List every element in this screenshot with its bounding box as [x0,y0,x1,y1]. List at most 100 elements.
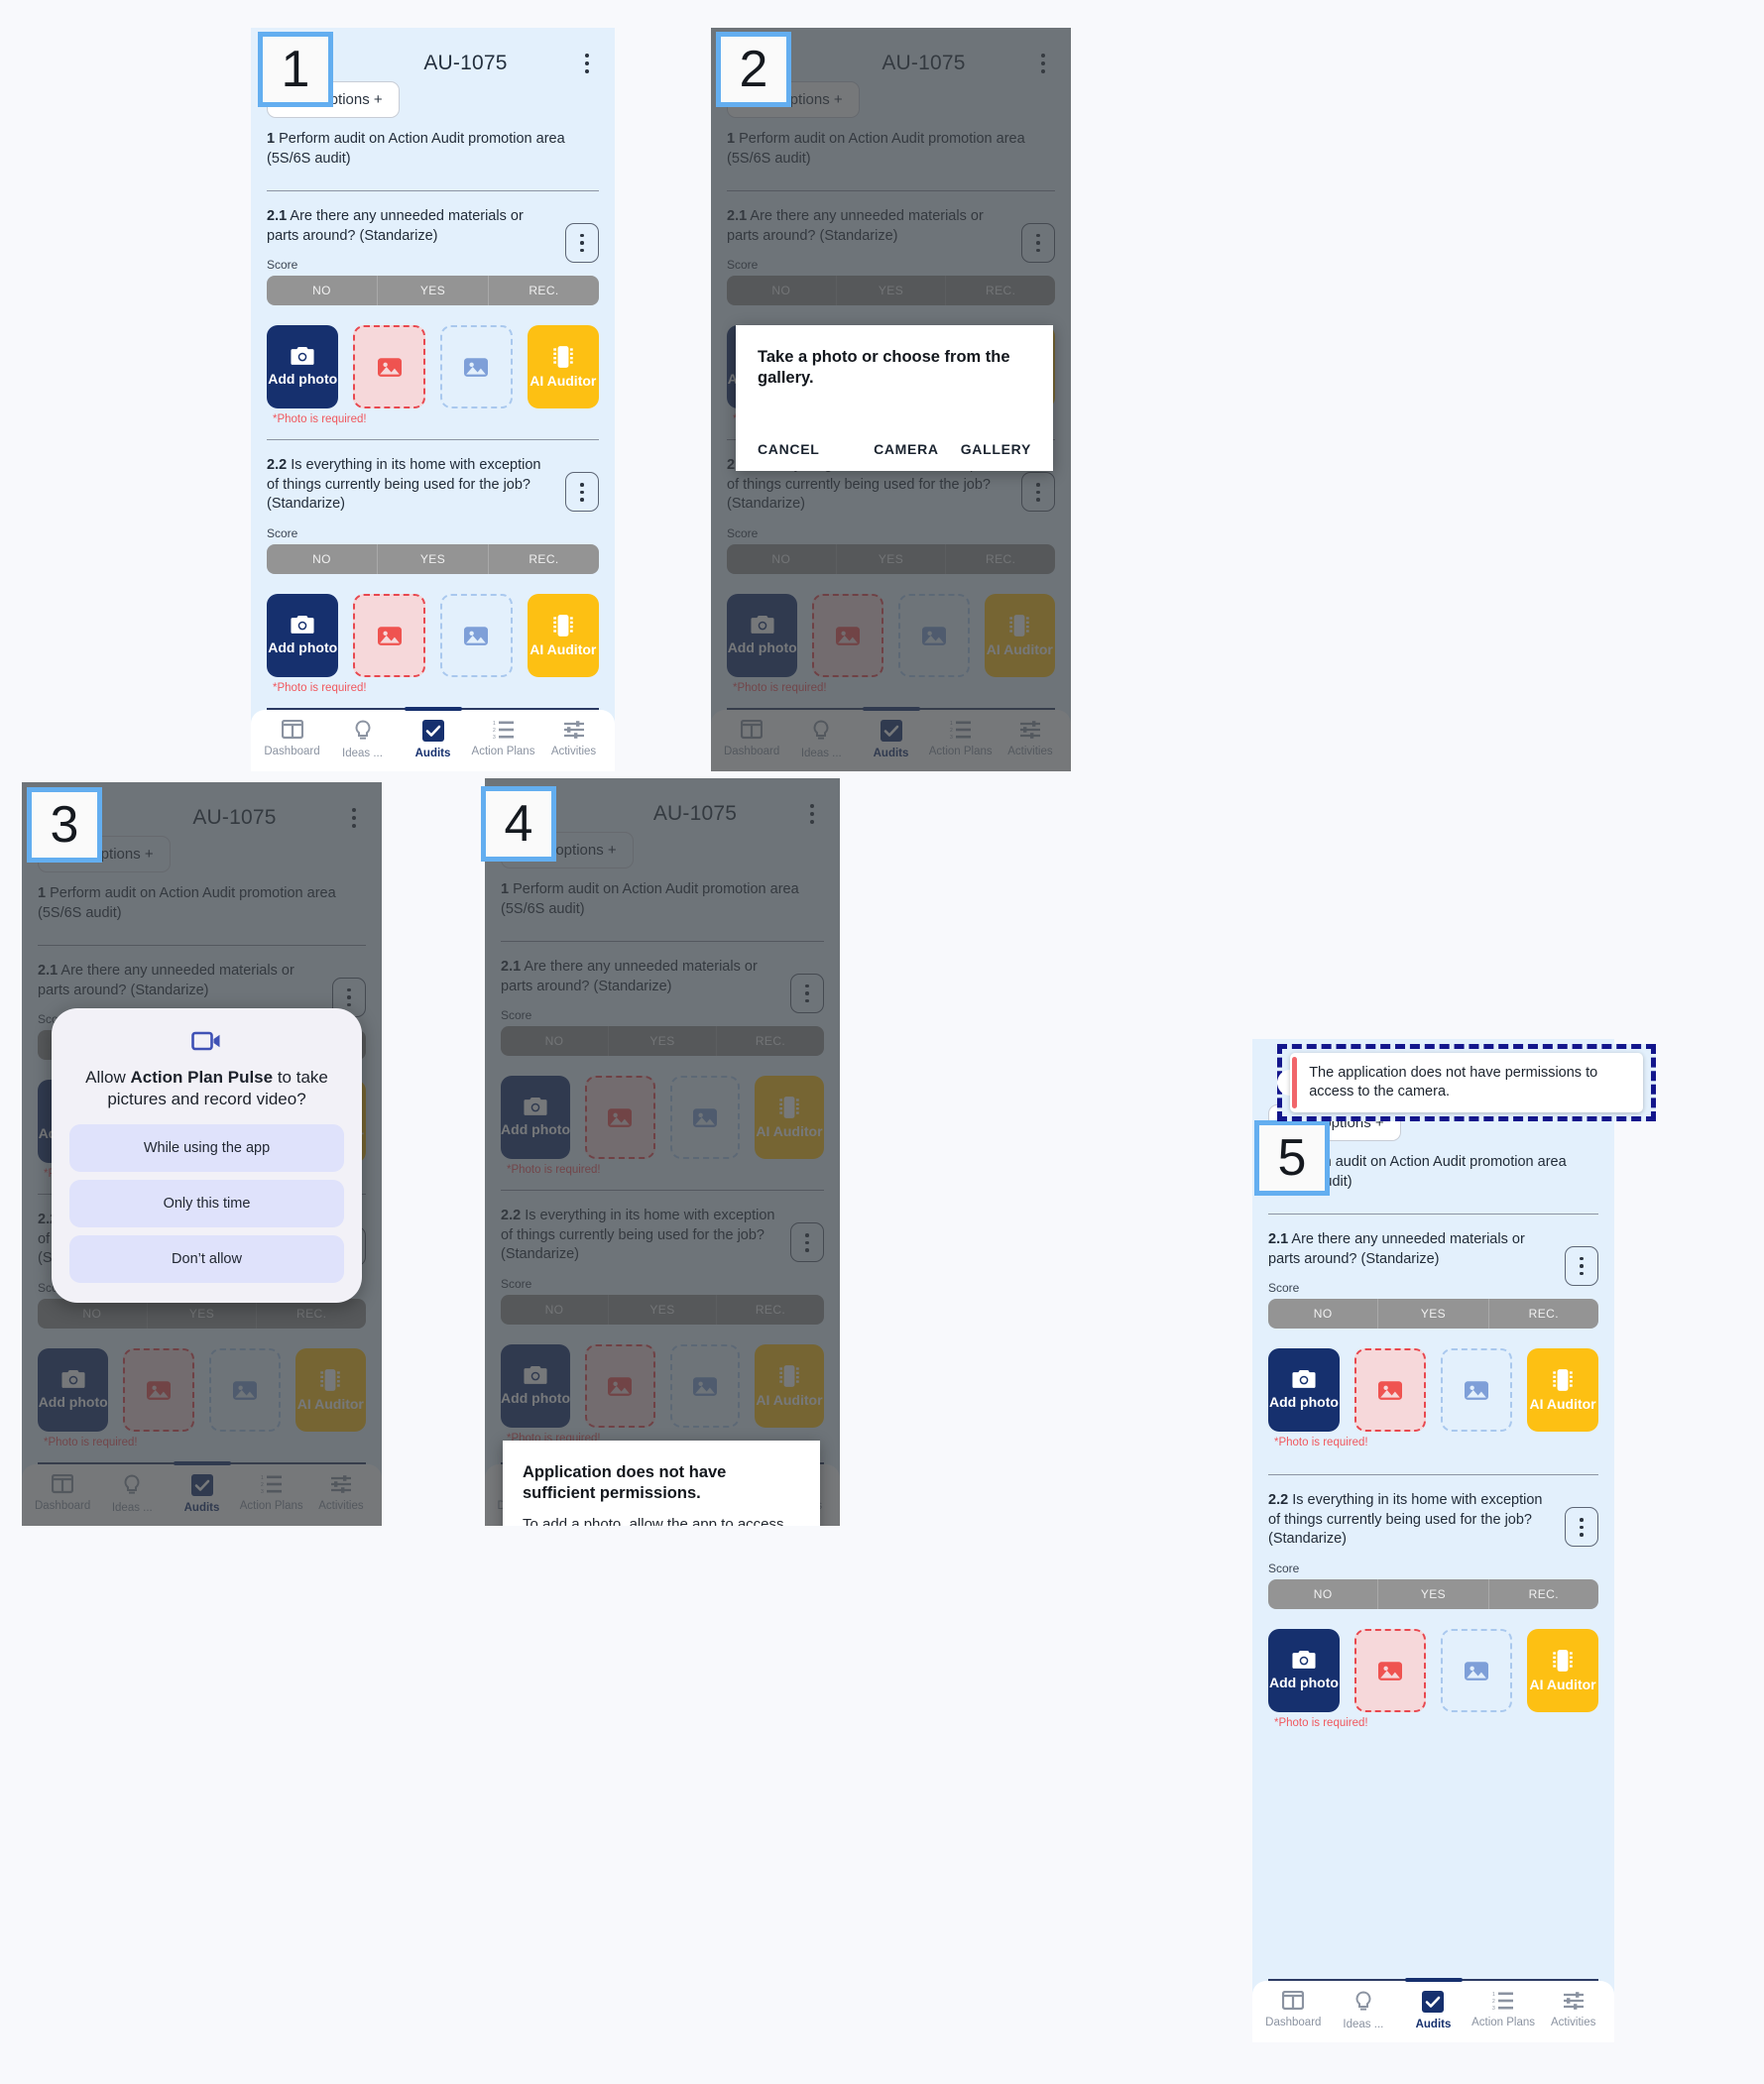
score-segmented-control-2-2[interactable]: NO YES REC. [501,1294,824,1325]
nav-item-dashboard[interactable]: Dashboard [28,1474,97,1514]
ai-auditor-button-2-1[interactable]: AI Auditor [1527,1348,1598,1433]
score-option-yes-2-2[interactable]: YES [837,543,947,574]
nav-item-dashboard[interactable]: Dashboard [717,720,786,759]
score-segmented-control-2-1[interactable]: NO YES REC. [727,276,1055,306]
nav-item-ideas[interactable]: Ideas ... [786,720,856,759]
ai-auditor-button-2-2[interactable]: AI Auditor [984,593,1055,677]
score-option-no-2-2[interactable]: NO [727,543,837,574]
score-option-yes-2-1[interactable]: YES [609,1026,717,1057]
score-option-yes-2-1[interactable]: YES [1378,1299,1489,1330]
ai-auditor-button-2-2[interactable]: AI Auditor [754,1343,824,1428]
score-option-rec-2-1[interactable]: REC. [717,1026,824,1056]
score-segmented-control-2-1[interactable]: NO YES REC. [501,1026,824,1057]
add-photo-button-2-1[interactable]: Add photo [1268,1348,1340,1433]
nav-item-ideas[interactable]: Ideas ... [1329,1991,1399,2030]
nav-item-dashboard[interactable]: Dashboard [1258,1991,1329,2030]
photo-optional-slot-2-1[interactable] [1441,1348,1513,1433]
question-overflow-icon-2-2[interactable] [790,1222,824,1263]
photo-required-slot-2-2[interactable] [812,593,883,677]
nav-item-dashboard[interactable]: Dashboard [257,720,327,759]
ai-auditor-button-2-2[interactable]: AI Auditor [294,1347,366,1432]
add-photo-button-2-2[interactable]: Add photo [38,1347,109,1432]
nav-item-audits[interactable]: Audits [398,720,468,759]
nav-item-activities[interactable]: Activities [538,720,609,759]
score-segmented-control-2-2[interactable]: NO YES REC. [267,543,599,574]
score-option-yes-2-2[interactable]: YES [378,543,489,574]
score-option-rec-2-2[interactable]: REC. [717,1295,824,1325]
add-photo-button-2-2[interactable]: Add photo [1268,1628,1340,1712]
score-segmented-control-2-1[interactable]: NO YES REC. [1268,1299,1598,1330]
score-option-yes-2-2[interactable]: YES [1378,1578,1489,1609]
photo-optional-slot-2-2[interactable] [1441,1628,1513,1712]
camera-button[interactable]: CAMERA [874,441,939,457]
photo-optional-slot-2-2[interactable] [898,593,970,677]
score-option-no-2-1[interactable]: NO [727,276,837,306]
add-photo-button-2-1[interactable]: Add photo [501,1076,571,1160]
nav-item-audits[interactable]: Audits [167,1474,236,1514]
overflow-menu-icon[interactable] [1031,54,1055,73]
photo-optional-slot-2-2[interactable] [440,593,513,677]
nav-item-activities[interactable]: Activities [1538,1991,1608,2030]
score-segmented-control-2-2[interactable]: NO YES REC. [1268,1578,1598,1609]
score-segmented-control-2-2[interactable]: NO YES REC. [38,1298,366,1329]
question-overflow-icon-2-1[interactable] [790,974,824,1014]
permission-option-while-using[interactable]: While using the app [69,1124,344,1173]
score-option-no-2-2[interactable]: NO [267,543,378,574]
score-segmented-control-2-2[interactable]: NO YES REC. [727,543,1055,574]
score-option-rec-2-2[interactable]: REC. [489,544,599,574]
nav-item-ideas[interactable]: Ideas ... [327,720,398,759]
score-option-rec-2-1[interactable]: REC. [946,276,1055,305]
score-option-no-2-2[interactable]: NO [1268,1578,1379,1609]
question-overflow-icon-2-2[interactable] [1565,1507,1598,1548]
photo-required-slot-2-2[interactable] [585,1343,655,1428]
score-option-rec-2-2[interactable]: REC. [946,544,1055,574]
ai-auditor-button-2-2[interactable]: AI Auditor [527,593,599,677]
photo-required-slot-2-2[interactable] [1353,1628,1426,1712]
photo-optional-slot-2-1[interactable] [440,325,513,409]
photo-required-slot-2-1[interactable] [585,1076,655,1160]
add-photo-button-2-2[interactable]: Add photo [727,593,798,677]
nav-item-activities[interactable]: Activities [306,1474,376,1514]
ai-auditor-button-2-1[interactable]: AI Auditor [527,325,599,409]
score-option-yes-2-2[interactable]: YES [609,1294,717,1325]
score-option-no-2-2[interactable]: NO [501,1294,609,1325]
question-overflow-icon-2-1[interactable] [565,223,599,264]
permission-option-dont-allow[interactable]: Don’t allow [69,1235,344,1284]
ai-auditor-button-2-2[interactable]: AI Auditor [1527,1628,1598,1712]
nav-item-audits[interactable]: Audits [856,720,925,759]
nav-item-action-plans[interactable]: 123 Action Plans [468,720,538,759]
nav-item-ideas[interactable]: Ideas ... [97,1474,167,1514]
score-option-no-2-2[interactable]: NO [38,1298,148,1329]
gallery-button[interactable]: GALLERY [961,441,1031,457]
score-option-rec-2-2[interactable]: REC. [1489,1579,1598,1609]
ai-auditor-button-2-1[interactable]: AI Auditor [754,1076,824,1160]
photo-required-slot-2-2[interactable] [353,593,425,677]
question-overflow-icon-2-2[interactable] [565,472,599,513]
score-option-rec-2-1[interactable]: REC. [489,276,599,305]
score-option-yes-2-2[interactable]: YES [148,1298,258,1329]
score-option-yes-2-1[interactable]: YES [378,276,489,306]
question-overflow-icon-2-2[interactable] [1021,472,1055,513]
add-photo-button-2-1[interactable]: Add photo [267,325,339,409]
score-option-no-2-1[interactable]: NO [267,276,378,306]
score-option-no-2-1[interactable]: NO [1268,1299,1379,1330]
cancel-button[interactable]: CANCEL [758,441,820,457]
nav-item-audits[interactable]: Audits [1398,1991,1469,2030]
permission-option-only-this-time[interactable]: Only this time [69,1180,344,1228]
photo-optional-slot-2-1[interactable] [669,1076,740,1160]
photo-optional-slot-2-2[interactable] [209,1347,281,1432]
photo-required-slot-2-2[interactable] [123,1347,194,1432]
score-option-rec-2-2[interactable]: REC. [257,1299,366,1329]
nav-item-action-plans[interactable]: 123 Action Plans [1469,1991,1539,2030]
score-option-no-2-1[interactable]: NO [501,1026,609,1057]
score-option-yes-2-1[interactable]: YES [837,276,947,306]
photo-required-slot-2-1[interactable] [353,325,425,409]
photo-optional-slot-2-2[interactable] [669,1343,740,1428]
question-overflow-icon-2-1[interactable] [1565,1246,1598,1287]
nav-item-action-plans[interactable]: 123 Action Plans [237,1474,306,1514]
nav-item-action-plans[interactable]: 123 Action Plans [926,720,996,759]
overflow-menu-icon[interactable] [342,808,366,828]
overflow-menu-icon[interactable] [575,54,599,73]
question-overflow-icon-2-1[interactable] [1021,223,1055,264]
add-photo-button-2-2[interactable]: Add photo [501,1343,571,1428]
